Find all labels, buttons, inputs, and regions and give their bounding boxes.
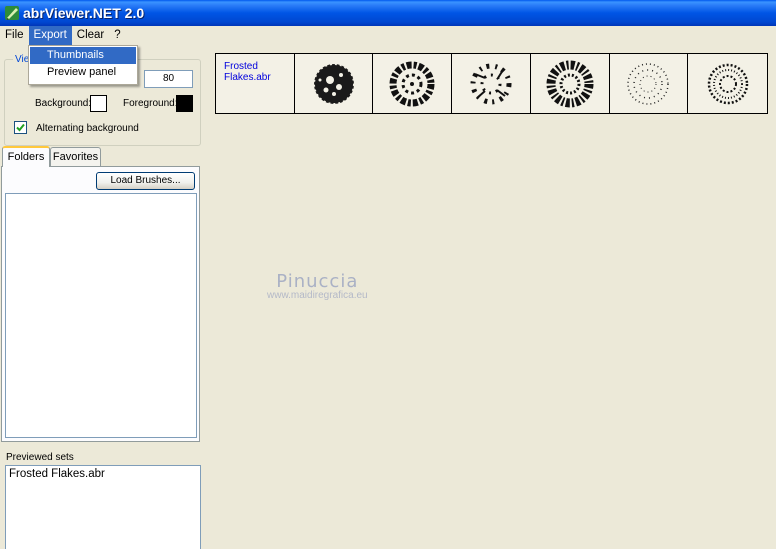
background-label: Background:	[35, 98, 92, 109]
brush-thumb-4	[546, 60, 594, 107]
alternating-background-checkbox[interactable]	[14, 121, 27, 134]
list-item[interactable]: Frosted Flakes.abr	[9, 468, 197, 480]
brush-cell[interactable]	[688, 54, 767, 113]
thumbnail-size-input[interactable]: 80	[144, 70, 193, 88]
brush-thumb-1	[312, 62, 355, 105]
brush-cell[interactable]	[295, 54, 374, 113]
menu-item-preview-panel[interactable]: Preview panel	[30, 64, 136, 81]
brush-thumb-6	[707, 63, 748, 104]
brush-thumb-3	[470, 63, 512, 104]
menu-help[interactable]: ?	[109, 26, 125, 45]
brush-cell[interactable]	[531, 54, 610, 113]
watermark-name: Pinuccia	[276, 271, 359, 292]
menu-bar: File Export Clear ?	[0, 26, 776, 45]
checkmark-icon	[16, 123, 25, 132]
watermark-url: www.maidiregrafica.eu	[267, 290, 368, 301]
load-brushes-button[interactable]: Load Brushes...	[96, 172, 195, 190]
menu-item-thumbnails[interactable]: Thumbnails	[30, 47, 136, 64]
alternating-background-label: Alternating background	[36, 123, 139, 134]
menu-file[interactable]: File	[0, 26, 29, 45]
brush-thumb-2	[389, 61, 435, 106]
watermark: Pinuccia www.maidiregrafica.eu	[267, 271, 368, 301]
brush-cell[interactable]	[452, 54, 531, 113]
title-bar: abrViewer.NET 2.0	[0, 0, 776, 26]
brush-strip: Frosted Flakes.abr	[215, 53, 768, 114]
window-title: abrViewer.NET 2.0	[23, 5, 145, 21]
menu-clear[interactable]: Clear	[72, 26, 109, 45]
brush-thumb-5	[627, 62, 670, 105]
brush-cell[interactable]	[373, 54, 453, 113]
export-dropdown: Thumbnails Preview panel	[28, 45, 138, 85]
previewed-sets-label: Previewed sets	[6, 452, 74, 463]
foreground-color-swatch[interactable]	[176, 95, 193, 112]
menu-export[interactable]: Export	[28, 26, 72, 45]
previewed-sets-list[interactable]: Frosted Flakes.abr	[5, 465, 201, 549]
app-icon	[5, 6, 19, 20]
tab-favorites[interactable]: Favorites	[50, 147, 101, 166]
brush-cell[interactable]	[610, 54, 689, 113]
background-color-swatch[interactable]	[90, 95, 107, 112]
brush-set-name: Frosted Flakes.abr	[216, 54, 295, 113]
foreground-label: Foreground:	[123, 98, 178, 109]
folder-tree[interactable]	[5, 193, 197, 438]
tab-folders[interactable]: Folders	[2, 146, 50, 167]
